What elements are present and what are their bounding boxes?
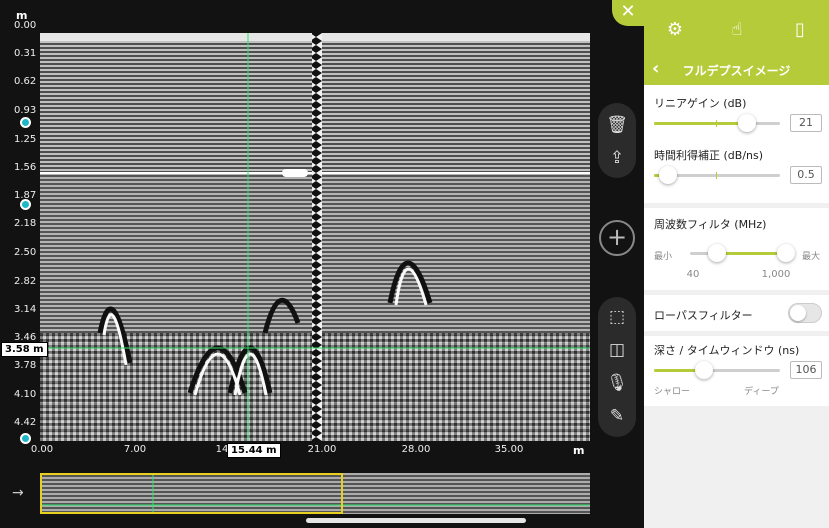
slider-tick <box>716 120 717 127</box>
gain-section: リニアゲイン (dB) 21 時間利得補正 (dB/ns) 0.5 <box>644 85 829 203</box>
file-tools-group: 🗑 ⇪ <box>598 103 636 178</box>
depth-tick: 1.25 <box>14 134 37 145</box>
toggle-knob <box>790 305 806 321</box>
touch-icon[interactable]: ☝ <box>725 18 749 42</box>
overview-viewport-window[interactable] <box>40 473 343 514</box>
depth-window-label: 深さ / タイムウィンドウ (ns) <box>654 344 800 357</box>
lowpass-label: ローパスフィルター <box>654 309 753 322</box>
time-gain-thumb[interactable] <box>658 166 677 184</box>
depth-handle-middle[interactable] <box>20 199 31 210</box>
slider-tick <box>716 172 717 179</box>
depth-tick: 0.00 <box>14 20 37 31</box>
depth-tick: 3.78 <box>14 360 37 371</box>
arrow-right-icon[interactable]: → <box>12 485 24 501</box>
distance-tick: 28.00 <box>401 444 431 455</box>
depth-tick: 4.10 <box>14 389 37 400</box>
linear-gain-thumb[interactable] <box>738 114 757 132</box>
frequency-section: 周波数フィルタ (MHz) 最小 最大 40 1,000 <box>644 208 829 290</box>
depth-window-slider[interactable] <box>654 361 780 379</box>
depth-tick: 1.56 <box>14 162 37 173</box>
distance-tick: 21.00 <box>307 444 337 455</box>
shallow-label: シャロー <box>654 387 691 397</box>
frequency-range-fill <box>716 252 786 255</box>
linear-gain-fill <box>654 122 748 125</box>
depth-window-value[interactable]: 106 <box>790 361 822 379</box>
time-gain-slider[interactable] <box>654 166 780 184</box>
share-icon[interactable]: ⇪ <box>605 146 629 170</box>
depth-handle-top[interactable] <box>20 117 31 128</box>
frequency-high-thumb[interactable] <box>777 244 795 262</box>
distance-tick: 35.00 <box>494 444 524 455</box>
cursor-distance-badge: 15.44 m <box>227 443 281 458</box>
gear-icon[interactable]: ⚙ <box>663 18 687 42</box>
microphone-icon[interactable]: 🎙 <box>605 371 629 395</box>
frequency-low-thumb[interactable] <box>707 244 726 262</box>
add-marker-button[interactable]: + <box>599 220 635 256</box>
distance-axis: 0.00 7.00 14 21.00 28.00 35.00 <box>31 444 592 460</box>
linear-gain-value[interactable]: 21 <box>790 114 822 132</box>
depth-axis: 0.00 0.31 0.62 0.93 1.25 1.56 1.87 2.18 … <box>0 20 40 440</box>
frequency-high-value: 1,000 <box>761 269 791 280</box>
radargram-image <box>40 33 590 441</box>
trash-icon[interactable]: 🗑 <box>605 113 629 137</box>
linear-gain-slider[interactable] <box>654 114 780 132</box>
linear-gain-label: リニアゲイン (dB) <box>654 97 747 110</box>
frequency-min-label: 最小 <box>654 252 673 262</box>
pen-icon[interactable]: ✎ <box>605 404 629 428</box>
book-icon[interactable]: ▯ <box>788 18 812 42</box>
distance-tick: 7.00 <box>123 444 147 455</box>
frequency-low-value: 40 <box>686 269 700 280</box>
app-screen: m m 0.00 0.31 0.62 0.93 1.25 1.56 1.87 2… <box>0 0 829 528</box>
depth-tick: 3.14 <box>14 304 37 315</box>
home-indicator <box>306 518 526 523</box>
time-gain-label: 時間利得補正 (dB/ns) <box>654 149 764 162</box>
frequency-filter-label: 周波数フィルタ (MHz) <box>654 218 767 231</box>
depth-tick: 2.18 <box>14 218 37 229</box>
deep-label: ディープ <box>744 387 779 397</box>
frequency-max-label: 最大 <box>802 252 821 262</box>
panel-title: フルデプスイメージ <box>682 64 791 78</box>
depth-tick: 2.50 <box>14 247 37 258</box>
depth-window-section: 深さ / タイムウィンドウ (ns) 106 シャロー ディープ <box>644 336 829 406</box>
depth-tick: 0.93 <box>14 105 37 116</box>
depth-window-thumb[interactable] <box>695 361 714 379</box>
split-view-icon[interactable]: ◫ <box>605 338 629 362</box>
section-drag-handle[interactable] <box>282 169 308 177</box>
panel-header: ⚙ ☝ ▯ ‹ フルデプスイメージ <box>644 0 829 85</box>
depth-tick: 4.42 <box>14 417 37 428</box>
distance-tick: 0.00 <box>30 444 54 455</box>
settings-panel: ⚙ ☝ ▯ ‹ フルデプスイメージ リニアゲイン (dB) 21 時間利得補正 … <box>644 0 829 528</box>
lowpass-toggle[interactable] <box>788 303 822 323</box>
radargram-view[interactable] <box>40 33 590 441</box>
cursor-depth-badge: 3.58 m <box>1 342 48 357</box>
annotation-tools-group: ⬚ ◫ 🎙 ✎ <box>598 297 636 437</box>
selection-icon[interactable]: ⬚ <box>605 305 629 329</box>
time-gain-value[interactable]: 0.5 <box>790 166 822 184</box>
frequency-range-slider[interactable] <box>690 244 795 262</box>
depth-tick: 0.31 <box>14 48 37 59</box>
depth-tick: 0.62 <box>14 76 37 87</box>
depth-tick: 2.82 <box>14 276 37 287</box>
close-icon[interactable]: ✕ <box>612 0 644 26</box>
depth-handle-bottom[interactable] <box>20 433 31 444</box>
